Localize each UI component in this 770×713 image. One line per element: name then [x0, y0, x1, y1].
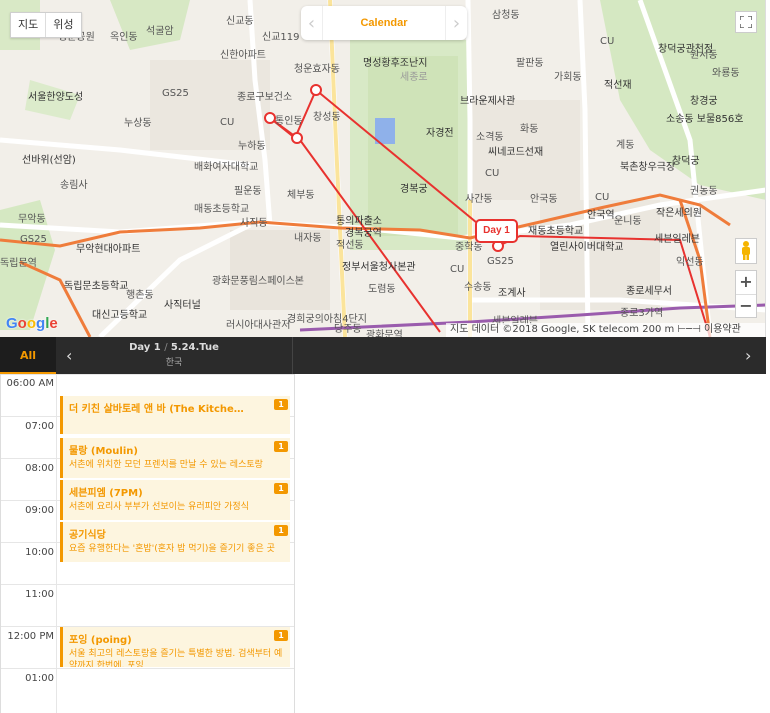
calendar-title[interactable]: Calendar: [360, 17, 407, 29]
all-days-button[interactable]: All: [0, 337, 56, 374]
event-name: 공기식당: [69, 530, 106, 541]
event-day-badge: 1: [274, 483, 288, 494]
event-description: 요즘 유행한다는 '혼밥'(혼자 밥 먹기)을 즐기기 좋은 곳: [69, 544, 275, 554]
day-title-line: Day 1 / 5.24.Tue: [129, 342, 219, 353]
hour-label: 12:00 PM: [7, 631, 54, 642]
event-card[interactable]: 세븐피엠 (7PM) 서촌에 요리사 부부가 선보이는 유러피안 가정식 1: [60, 480, 290, 520]
day-country: 한국: [165, 358, 183, 368]
map-attribution[interactable]: 지도 데이터 ©2018 Google, SK telecom 200 m ⊢─…: [446, 323, 765, 337]
hour-label: 07:00: [25, 421, 54, 432]
map-type-map-tab[interactable]: 지도: [11, 13, 45, 37]
fullscreen-icon[interactable]: [735, 11, 757, 33]
hour-label: 10:00: [25, 547, 54, 558]
calendar-prev-icon[interactable]: ‹: [301, 6, 323, 40]
event-name: 세븐피엠 (7PM): [69, 488, 143, 499]
event-card[interactable]: 물랑 (Moulin) 서촌에 위치한 모던 프렌치를 만날 수 있는 레스토랑…: [60, 438, 290, 478]
event-description: 서촌에 위치한 모던 프렌치를 만날 수 있는 레스토랑: [69, 460, 263, 470]
calendar-bar: ‹ Calendar ›: [301, 6, 467, 40]
day-marker-label[interactable]: Day 1: [475, 219, 518, 243]
event-day-badge: 1: [274, 630, 288, 641]
hour-label: 09:00: [25, 505, 54, 516]
map-view[interactable]: 석굴암 신교동 신교119 청운공원 옥인동 서울한양도성 신한아파트 GS25…: [0, 0, 766, 337]
day-title: Day 1: [129, 342, 161, 353]
map-type-toggle: 지도 위성: [10, 12, 82, 38]
event-day-badge: 1: [274, 441, 288, 452]
event-description: 서촌에 요리사 부부가 선보이는 유러피안 가정식: [69, 502, 249, 512]
zoom-in-icon[interactable]: +: [736, 271, 756, 294]
event-name: 물랑 (Moulin): [69, 446, 138, 457]
day-date: 5.24.Tue: [170, 342, 219, 353]
hour-label: 06:00 AM: [6, 378, 54, 389]
hour-label: 11:00: [25, 589, 54, 600]
hour-row: 01:00: [1, 668, 294, 713]
zoom-out-icon[interactable]: −: [736, 294, 756, 317]
day-header: All ‹ Day 1 / 5.24.Tue 한국 ›: [0, 337, 766, 374]
timeline[interactable]: 06:00 AM 07:00 08:00 09:00 10:00 11:00 1…: [0, 374, 295, 713]
event-card[interactable]: 포잉 (poing) 서울 최고의 레스토랑을 즐기는 특별한 방법. 검색부터…: [60, 627, 290, 667]
planner-app: 석굴암 신교동 신교119 청운공원 옥인동 서울한양도성 신한아파트 GS25…: [0, 0, 770, 713]
day-info: Day 1 / 5.24.Tue 한국: [100, 342, 248, 368]
hour-row: 11:00: [1, 584, 294, 626]
event-card[interactable]: 공기식당 요즘 유행한다는 '혼밥'(혼자 밥 먹기)을 즐기기 좋은 곳 1: [60, 522, 290, 562]
hour-label: 01:00: [25, 673, 54, 684]
map-type-satellite-tab[interactable]: 위성: [45, 13, 80, 37]
header-divider: [292, 337, 293, 374]
event-card[interactable]: 더 키친 살바토레 앤 바 (The Kitche… 1: [60, 396, 290, 434]
next-day-icon[interactable]: ›: [745, 337, 751, 374]
event-name: 더 키친 살바토레 앤 바 (The Kitche…: [69, 404, 244, 415]
event-day-badge: 1: [274, 399, 288, 410]
map-base-layer: [0, 0, 765, 337]
pegman-icon[interactable]: [735, 238, 757, 264]
event-day-badge: 1: [274, 525, 288, 536]
event-name: 포잉 (poing): [69, 635, 132, 646]
event-description: 서울 최고의 레스토랑을 즐기는 특별한 방법. 검색부터 예약까지 한번에, …: [69, 649, 283, 667]
prev-day-icon[interactable]: ‹: [66, 337, 72, 374]
calendar-next-icon[interactable]: ›: [444, 6, 467, 40]
google-logo: Google: [6, 315, 58, 332]
hour-label: 08:00: [25, 463, 54, 474]
zoom-control: + −: [735, 270, 757, 318]
